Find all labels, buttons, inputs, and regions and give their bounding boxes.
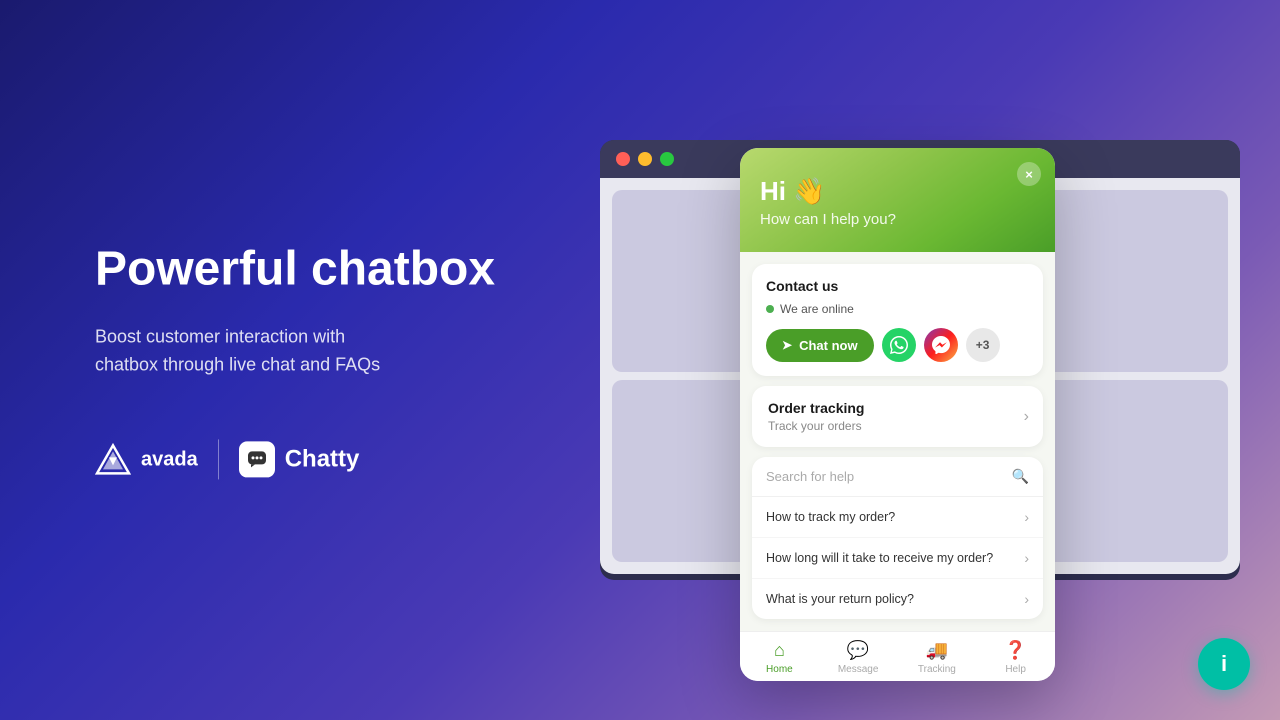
search-faq-area: Search for help 🔍 How to track my order?…: [752, 457, 1043, 619]
widget-nav: ⌂ Home 💬 Message 🚚 Tracking ❓ Help: [740, 631, 1055, 681]
chevron-right-icon: ›: [1024, 408, 1029, 426]
info-button[interactable]: i: [1198, 638, 1250, 690]
widget-header: × Hi 👋 How can I help you?: [740, 148, 1055, 252]
faq-item-2[interactable]: How long will it take to receive my orde…: [752, 538, 1043, 579]
order-tracking-title: Order tracking: [768, 400, 864, 416]
main-heading: Powerful chatbox: [95, 240, 575, 298]
brand-divider: [218, 440, 219, 480]
online-dot: [766, 305, 774, 313]
message-icon: 💬: [847, 640, 869, 661]
avada-icon: [95, 442, 131, 478]
contact-actions: ➤ Chat now: [766, 328, 1029, 362]
send-icon: ➤: [782, 338, 792, 352]
chatty-label: Chatty: [285, 446, 360, 474]
faq-chevron-2: ›: [1024, 550, 1029, 566]
help-icon: ❓: [1004, 640, 1026, 661]
order-info: Order tracking Track your orders: [768, 400, 864, 433]
brand-area: avada Chatty: [95, 440, 575, 480]
messenger-icon: [932, 336, 950, 354]
nav-tracking[interactable]: 🚚 Tracking: [898, 640, 977, 675]
faq-text-1: How to track my order?: [766, 510, 895, 524]
search-placeholder: Search for help: [766, 469, 1012, 484]
chat-now-label: Chat now: [799, 338, 858, 353]
nav-home[interactable]: ⌂ Home: [740, 640, 819, 675]
left-panel: Powerful chatbox Boost customer interact…: [95, 240, 575, 479]
contact-card: Contact us We are online ➤ Chat now: [752, 264, 1043, 376]
chat-now-button[interactable]: ➤ Chat now: [766, 329, 874, 362]
widget-subtitle: How can I help you?: [760, 211, 1035, 228]
order-tracking-card[interactable]: Order tracking Track your orders ›: [752, 386, 1043, 447]
widget-body: Contact us We are online ➤ Chat now: [740, 252, 1055, 631]
widget-greeting: Hi 👋: [760, 176, 1035, 207]
nav-message-label: Message: [838, 664, 879, 675]
contact-title: Contact us: [766, 278, 1029, 294]
online-indicator: We are online: [766, 302, 1029, 316]
nav-message[interactable]: 💬 Message: [819, 640, 898, 675]
browser-content: × Hi 👋 How can I help you? Contact us We…: [600, 178, 1240, 574]
nav-tracking-label: Tracking: [918, 664, 956, 675]
dot-red: [616, 152, 630, 166]
browser-window: × Hi 👋 How can I help you? Contact us We…: [600, 140, 1240, 580]
home-icon: ⌂: [774, 640, 785, 661]
sub-text: Boost customer interaction withchatbox t…: [95, 322, 575, 380]
faq-item-1[interactable]: How to track my order? ›: [752, 497, 1043, 538]
faq-text-3: What is your return policy?: [766, 592, 914, 606]
messenger-button[interactable]: [924, 328, 958, 362]
avada-logo: avada: [95, 442, 198, 478]
nav-help-label: Help: [1005, 664, 1026, 675]
tracking-icon: 🚚: [926, 640, 948, 661]
online-text: We are online: [780, 302, 854, 316]
close-button[interactable]: ×: [1017, 162, 1041, 186]
avada-label: avada: [141, 448, 198, 471]
dot-green: [660, 152, 674, 166]
nav-home-label: Home: [766, 664, 793, 675]
nav-help[interactable]: ❓ Help: [976, 640, 1055, 675]
chat-widget: × Hi 👋 How can I help you? Contact us We…: [740, 148, 1055, 681]
chatty-bubble-icon: [239, 442, 275, 478]
more-channels-button[interactable]: +3: [966, 328, 1000, 362]
faq-chevron-1: ›: [1024, 509, 1029, 525]
chatty-icon: [246, 449, 268, 471]
search-row: Search for help 🔍: [752, 457, 1043, 497]
faq-text-2: How long will it take to receive my orde…: [766, 551, 993, 565]
whatsapp-icon: [890, 336, 908, 354]
dot-yellow: [638, 152, 652, 166]
search-icon[interactable]: 🔍: [1012, 468, 1029, 485]
faq-chevron-3: ›: [1024, 591, 1029, 607]
chatty-logo: Chatty: [239, 442, 360, 478]
whatsapp-button[interactable]: [882, 328, 916, 362]
faq-item-3[interactable]: What is your return policy? ›: [752, 579, 1043, 619]
order-tracking-subtitle: Track your orders: [768, 419, 864, 433]
